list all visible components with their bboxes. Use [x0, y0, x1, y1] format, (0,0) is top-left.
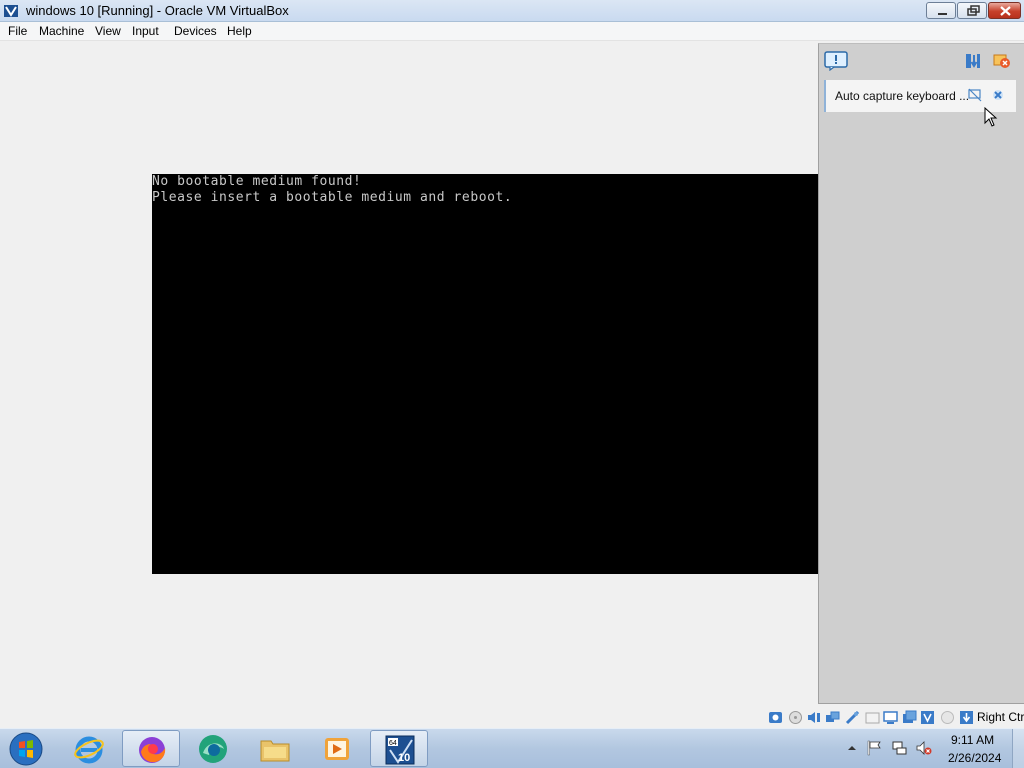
notification-icon[interactable] [824, 51, 848, 71]
audio-icon[interactable] [806, 710, 821, 725]
vm-display[interactable]: No bootable medium found! Please insert … [152, 174, 818, 574]
close-button[interactable] [988, 2, 1021, 19]
virtualization-icon[interactable] [920, 710, 935, 725]
menu-bar: File Machine View Input Devices Help [0, 22, 1024, 41]
sort-icon[interactable] [964, 52, 982, 70]
console-line: Please insert a bootable medium and rebo… [152, 190, 513, 205]
do-not-show-icon[interactable] [968, 88, 982, 102]
network-icon[interactable] [892, 740, 908, 756]
menu-file[interactable]: File [8, 24, 27, 38]
taskbar-firefox[interactable] [122, 730, 180, 767]
taskbar-media-player[interactable] [308, 730, 366, 767]
firefox-icon [139, 737, 166, 763]
display-icon[interactable] [883, 710, 898, 725]
volume-muted-icon[interactable] [916, 740, 932, 756]
window-title: windows 10 [Running] - Oracle VM Virtual… [26, 3, 289, 18]
action-center-flag-icon[interactable] [866, 740, 882, 756]
console-line: No bootable medium found! [152, 174, 362, 189]
svg-text:64: 64 [389, 740, 397, 747]
mouse-cursor-icon [984, 107, 998, 127]
restore-button[interactable] [957, 2, 987, 19]
menu-input[interactable]: Input [132, 24, 159, 38]
menu-devices[interactable]: Devices [174, 24, 217, 38]
show-hidden-icons[interactable] [844, 740, 860, 756]
close-all-icon[interactable] [993, 52, 1011, 70]
shared-folders-icon[interactable] [865, 710, 880, 725]
notification-text: Auto capture keyboard ... [835, 89, 970, 103]
hard-disk-icon[interactable] [768, 710, 783, 725]
clock-date[interactable]: 2/26/2024 [948, 751, 1001, 765]
mouse-integration-icon[interactable] [940, 710, 955, 725]
start-button-icon[interactable] [6, 731, 46, 767]
minimize-button[interactable] [926, 2, 956, 19]
menu-view[interactable]: View [95, 24, 121, 38]
usb-icon[interactable] [845, 710, 860, 725]
taskbar-virtualbox-vm[interactable]: 64 10 [370, 730, 428, 767]
menu-help[interactable]: Help [227, 24, 252, 38]
optical-drive-icon[interactable] [788, 710, 803, 725]
close-icon[interactable] [991, 88, 1005, 102]
network-icon[interactable] [825, 710, 840, 725]
browser-icon [199, 735, 227, 763]
taskbar-file-explorer[interactable] [246, 730, 304, 767]
clock-time[interactable]: 9:11 AM [951, 733, 994, 747]
host-key-label: Right Ctrl [977, 710, 1024, 724]
video-capture-icon[interactable] [902, 710, 917, 725]
file-explorer-icon [260, 740, 290, 762]
internet-explorer-icon [74, 736, 104, 764]
menu-machine[interactable]: Machine [39, 24, 84, 38]
media-player-icon [325, 738, 349, 760]
keyboard-icon[interactable] [959, 710, 974, 725]
svg-text:10: 10 [398, 752, 410, 764]
virtualbox-vm-icon: 64 10 [385, 735, 415, 765]
show-desktop-button[interactable] [1012, 729, 1024, 768]
taskbar-browser[interactable] [184, 730, 242, 767]
virtualbox-icon [4, 5, 18, 17]
notification-center [818, 43, 1024, 704]
title-bar: windows 10 [Running] - Oracle VM Virtual… [0, 0, 1024, 22]
taskbar-internet-explorer[interactable] [60, 730, 118, 767]
